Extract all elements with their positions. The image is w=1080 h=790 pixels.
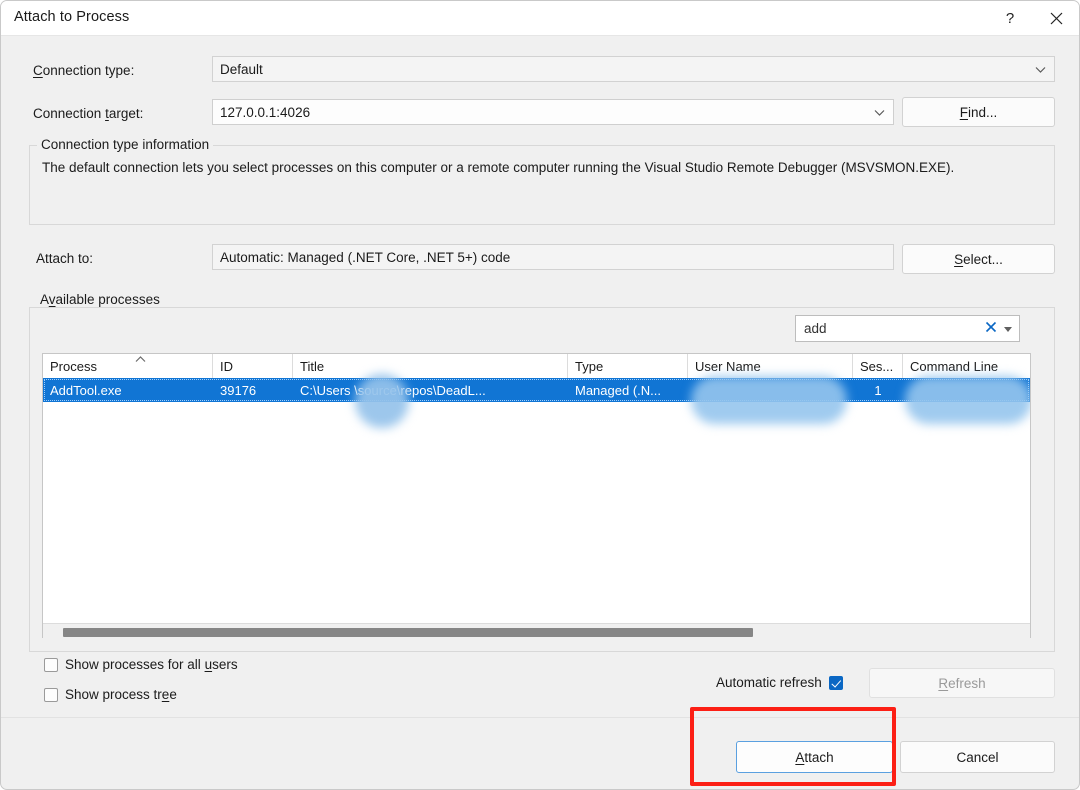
sort-ascending-caret — [135, 355, 146, 365]
find-button[interactable]: Find... — [902, 97, 1055, 127]
column-header-type[interactable]: Type — [568, 354, 688, 378]
connection-type-information-body: The default connection lets you select p… — [42, 160, 955, 175]
connection-target-label-pre: Connection — [33, 106, 106, 121]
attach-accel: A — [795, 749, 805, 765]
checkbox-box — [44, 657, 58, 672]
column-header-user-name-label: User Name — [695, 358, 761, 374]
checkbox-box — [44, 687, 58, 702]
attach-to-process-dialog: Attach to Process ? Connection type: Def… — [0, 0, 1080, 790]
cell-session: 1 — [874, 382, 882, 398]
refresh-accel: R — [938, 675, 949, 691]
column-header-process-label: Process — [50, 358, 97, 374]
column-header-title-label: Title — [300, 358, 325, 374]
attach-button[interactable]: Attach — [736, 741, 893, 773]
automatic-refresh-checkbox[interactable]: Automatic refresh — [716, 675, 843, 690]
attach-to-field: Automatic: Managed (.NET Core, .NET 5+) … — [212, 244, 894, 270]
connection-type-accel: C — [33, 63, 43, 78]
column-header-type-label: Type — [575, 358, 604, 374]
connection-type-information-group — [29, 145, 1055, 225]
select-accel: S — [954, 251, 964, 267]
connection-type-label: Connection type: — [33, 63, 134, 78]
question-mark-icon: ? — [1005, 9, 1015, 27]
column-header-id[interactable]: ID — [213, 354, 293, 378]
connection-target-value: 127.0.0.1:4026 — [220, 104, 311, 120]
cell-process: AddTool.exe — [50, 382, 122, 398]
available-processes-accel: v — [48, 292, 56, 307]
checkbox-box-checked — [828, 675, 843, 690]
footer-divider — [1, 717, 1079, 718]
chevron-down-icon — [874, 105, 885, 120]
redaction-blur-username — [691, 376, 847, 424]
clear-x-icon[interactable] — [981, 321, 1001, 336]
automatic-refresh-label: Automatic refresh — [716, 675, 822, 690]
show-process-tree-label: Show process tree — [65, 687, 177, 702]
find-accel: F — [959, 104, 968, 120]
title-bar: Attach to Process ? — [1, 1, 1079, 36]
column-header-process[interactable]: Process — [43, 354, 213, 378]
process-list[interactable]: Process ID Title Type User Name Ses... C… — [42, 353, 1031, 638]
select-label-rest: elect... — [963, 251, 1003, 267]
window-title: Attach to Process — [14, 9, 130, 25]
connection-target-label: Connection target: — [33, 106, 143, 121]
close-button[interactable] — [1033, 1, 1079, 35]
column-header-command-line[interactable]: Command Line — [903, 354, 1030, 378]
close-x-icon — [1050, 12, 1063, 25]
connection-target-label-rest: arget: — [108, 106, 144, 121]
find-label-rest: ind... — [967, 104, 998, 120]
column-header-session-label: Ses... — [860, 358, 894, 374]
process-search-input[interactable]: add — [795, 315, 1020, 342]
process-search-value: add — [804, 321, 827, 336]
show-process-tree-checkbox[interactable]: Show process tree — [44, 687, 177, 702]
select-button[interactable]: Select... — [902, 244, 1055, 274]
redaction-blur-title — [355, 374, 409, 428]
cancel-button[interactable]: Cancel — [900, 741, 1055, 773]
show-processes-all-users-label: Show processes for all users — [65, 657, 238, 672]
available-processes-title: Available processes — [36, 292, 164, 307]
column-header-title[interactable]: Title — [293, 354, 568, 378]
cell-id: 39176 — [220, 382, 257, 398]
column-header-session[interactable]: Ses... — [853, 354, 903, 378]
refresh-button[interactable]: Refresh — [869, 668, 1055, 698]
redaction-blur-commandline — [905, 376, 1030, 424]
attach-to-value: Automatic: Managed (.NET Core, .NET 5+) … — [220, 249, 511, 265]
cell-title: C:\Users \source\repos\DeadL... — [300, 382, 486, 398]
table-row[interactable]: AddTool.exe 39176 C:\Users \source\repos… — [43, 378, 1030, 402]
process-list-header: Process ID Title Type User Name Ses... C… — [43, 354, 1030, 379]
attach-to-label: Attach to: — [36, 251, 94, 266]
show-processes-all-users-checkbox[interactable]: Show processes for all users — [44, 657, 238, 672]
horizontal-scrollbar-thumb[interactable] — [63, 628, 753, 637]
available-processes-title-pre: A — [40, 292, 49, 307]
cell-type: Managed (.N... — [575, 382, 661, 398]
connection-type-label-rest: onnection type: — [42, 63, 135, 78]
horizontal-scrollbar[interactable] — [43, 623, 1030, 640]
refresh-label-rest: efresh — [948, 675, 986, 691]
connection-type-value: Default — [220, 61, 263, 77]
attach-label-rest: ttach — [804, 749, 834, 765]
connection-type-combobox[interactable]: Default — [212, 56, 1055, 82]
column-header-user-name[interactable]: User Name — [688, 354, 853, 378]
connection-target-combobox[interactable]: 127.0.0.1:4026 — [212, 99, 894, 125]
chevron-down-icon[interactable] — [1001, 324, 1019, 334]
show-process-tree-accel: e — [161, 687, 170, 702]
connection-type-information-title: Connection type information — [37, 137, 214, 152]
available-processes-title-rest: ailable processes — [55, 292, 160, 307]
show-all-users-accel: u — [204, 657, 213, 672]
chevron-down-icon — [1035, 62, 1046, 77]
help-button[interactable]: ? — [987, 1, 1033, 35]
column-header-id-label: ID — [220, 358, 233, 374]
column-header-command-line-label: Command Line — [910, 358, 999, 374]
